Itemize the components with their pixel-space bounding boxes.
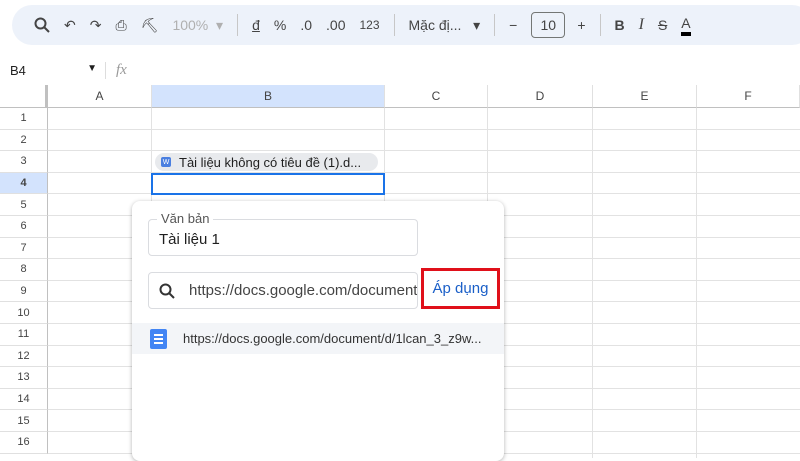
text-field-value: Tài liệu 1 [159, 231, 220, 248]
column-header-d[interactable]: D [488, 85, 593, 108]
column-header-f[interactable]: F [697, 85, 800, 108]
row-header-11[interactable]: 11 [0, 324, 48, 346]
divider [599, 14, 601, 36]
row-header-3[interactable]: 3 [0, 151, 48, 173]
font-value: Mặc đị... [408, 17, 462, 33]
row-header-16[interactable]: 16 [0, 432, 48, 454]
link-popup: Văn bản Tài liệu 1 https://docs.google.co… [132, 201, 504, 461]
zoom-select[interactable]: 100% ▾ [172, 11, 223, 39]
print-icon[interactable]: ⎙ [115, 11, 126, 39]
row-header-13[interactable]: 13 [0, 367, 48, 389]
search-icon [159, 283, 175, 299]
fx-icon: fx [105, 61, 127, 79]
toolbar: ↶ ↷ ⎙ ⛏ 100% ▾ đ % .0 .00 123 Mặc đị... … [12, 5, 800, 45]
zoom-value: 100% [172, 17, 209, 33]
name-box[interactable]: B4 ▼ [0, 63, 105, 78]
font-select[interactable]: Mặc đị... ▾ [409, 11, 481, 39]
row-header-10[interactable]: 10 [0, 302, 48, 324]
decrease-decimal-button[interactable]: .0 [300, 11, 312, 39]
row-header-14[interactable]: 14 [0, 388, 48, 411]
row-header-8[interactable]: 8 [0, 259, 48, 281]
chip-label: Tài liệu không có tiêu đề (1).d... [179, 154, 362, 170]
text-field-label: Văn bản [157, 211, 214, 226]
chevron-down-icon: ▼ [87, 62, 97, 74]
cell-ref: B4 [10, 62, 26, 78]
formula-bar: B4 ▼ fx [0, 55, 800, 85]
apply-button[interactable]: Áp dụng [421, 268, 500, 309]
search-icon[interactable] [34, 11, 50, 39]
redo-icon[interactable]: ↷ [90, 11, 102, 39]
paint-format-icon[interactable]: ⛏ [141, 11, 159, 39]
word-file-icon: W [161, 157, 171, 167]
text-color-button[interactable]: A [681, 14, 691, 36]
file-chip[interactable]: W Tài liệu không có tiêu đề (1).d... [155, 153, 378, 171]
column-header-b[interactable]: B [152, 85, 385, 108]
row-gridline [48, 150, 800, 152]
percent-button[interactable]: % [274, 11, 286, 39]
number-format-button[interactable]: 123 [359, 11, 379, 39]
divider [237, 14, 239, 36]
font-size-input[interactable]: 10 [531, 12, 566, 38]
row-header-7[interactable]: 7 [0, 237, 48, 260]
italic-button[interactable]: I [639, 11, 644, 39]
selected-cell-b4[interactable] [151, 173, 385, 195]
font-size-increase-button[interactable]: + [577, 11, 585, 39]
row-header-2[interactable]: 2 [0, 129, 48, 152]
link-suggestion[interactable]: https://docs.google.com/document/d/1lcan… [132, 323, 504, 354]
column-gridline [592, 108, 593, 458]
row-header-12[interactable]: 12 [0, 345, 48, 368]
text-field[interactable]: Văn bản Tài liệu 1 [148, 211, 418, 256]
row-header-15[interactable]: 15 [0, 410, 48, 432]
column-gridline [696, 108, 697, 458]
font-size-decrease-button[interactable]: − [509, 11, 517, 39]
select-all-corner[interactable] [0, 85, 48, 108]
link-input-value: https://docs.google.com/document/ [189, 282, 418, 299]
divider [393, 14, 395, 36]
row-gridline [48, 128, 800, 130]
row-header-9[interactable]: 9 [0, 280, 48, 303]
currency-button[interactable]: đ [252, 11, 260, 39]
row-header-1[interactable]: 1 [0, 108, 48, 130]
divider [494, 14, 496, 36]
google-doc-icon [150, 328, 167, 349]
row-header-4[interactable]: 4 [0, 172, 48, 195]
column-header-e[interactable]: E [593, 85, 697, 108]
column-header-a[interactable]: A [48, 85, 152, 108]
row-header-6[interactable]: 6 [0, 216, 48, 238]
column-header-c[interactable]: C [385, 85, 488, 108]
bold-button[interactable]: B [615, 11, 625, 39]
strikethrough-button[interactable]: S [658, 11, 667, 39]
suggestion-url: https://docs.google.com/document/d/1lcan… [183, 331, 482, 346]
undo-icon[interactable]: ↶ [64, 11, 76, 39]
link-input[interactable]: https://docs.google.com/document/ [148, 272, 418, 309]
increase-decimal-button[interactable]: .00 [326, 11, 345, 39]
row-header-5[interactable]: 5 [0, 194, 48, 216]
